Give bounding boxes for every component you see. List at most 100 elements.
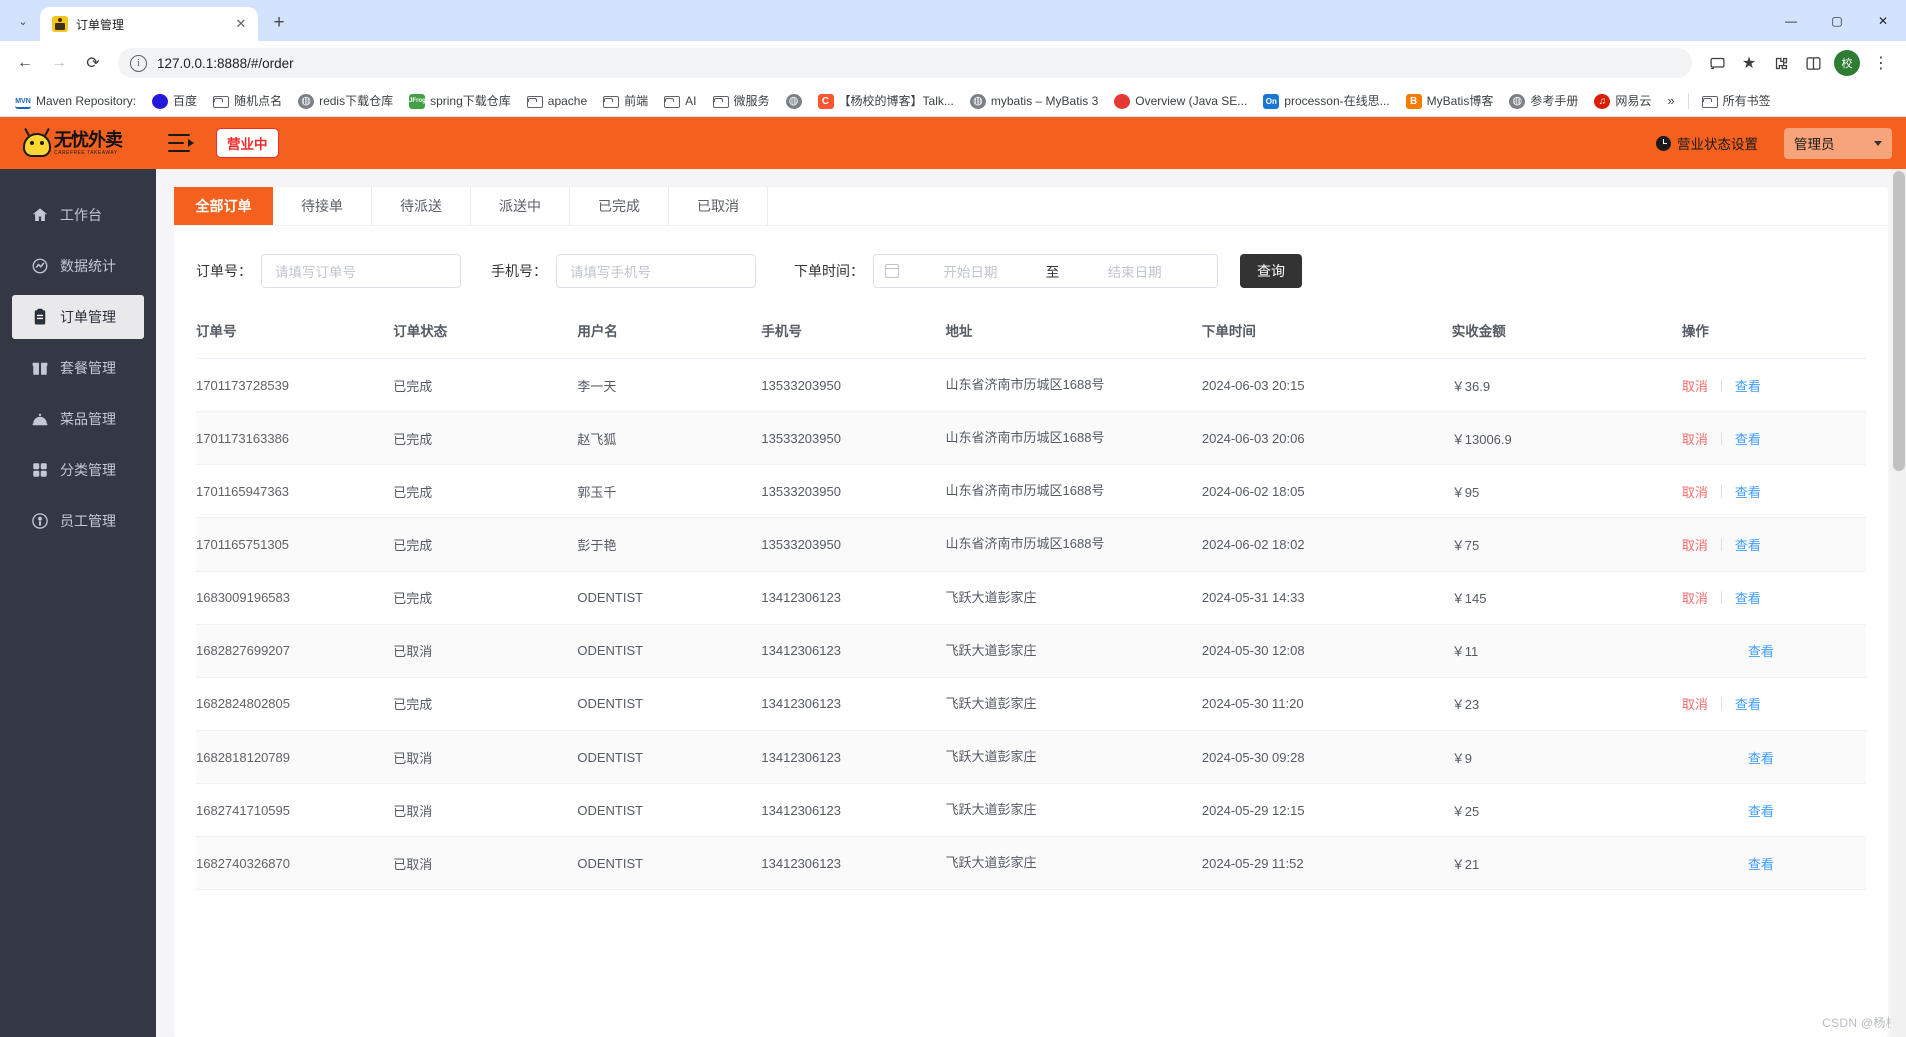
business-status-setting-button[interactable]: 营业状态设置 [1656, 133, 1758, 153]
cell-address: 飞跃大道彭家庄 [945, 624, 1202, 678]
view-order-link[interactable]: 查看 [1735, 535, 1761, 554]
cell-order-no: 1682818120789 [196, 730, 394, 785]
view-order-link[interactable]: 查看 [1748, 748, 1774, 767]
table-body: 1701173728539 已完成 李一天 13533203950 山东省济南市历城区1… [196, 358, 1866, 891]
bookmark-item[interactable]: ♫ 网易云 [1587, 89, 1658, 112]
table-header-row: 订单号 订单状态 用户名 手机号 地址 下单时间 实收金额 操作 [196, 310, 1866, 359]
bookmark-item[interactable]: AI [657, 91, 703, 111]
order-tab-4[interactable]: 已完成 [570, 187, 669, 225]
folder-icon [664, 95, 681, 108]
sidebar-item-5[interactable]: 分类管理 [12, 448, 144, 492]
sidebar-item-1[interactable]: 数据统计 [12, 244, 144, 288]
bookmark-item[interactable]: On processon-在线思... [1256, 89, 1396, 112]
order-tab-2[interactable]: 待派送 [372, 187, 471, 225]
date-range-separator: 至 [1045, 265, 1060, 280]
cell-status: 已完成 [393, 571, 578, 625]
cell-time: 2024-06-03 20:06 [1201, 411, 1452, 466]
view-order-link[interactable]: 查看 [1735, 588, 1761, 607]
bookmark-item[interactable]: JFrog spring下载仓库 [402, 89, 518, 112]
date-range-picker[interactable]: 开始日期 至 结束日期 [873, 254, 1218, 288]
table-col-header-7: 操作 [1681, 310, 1866, 359]
page-scrollbar-thumb[interactable] [1893, 171, 1905, 471]
forward-icon[interactable]: → [44, 48, 74, 78]
bookmark-item[interactable]: ◍ mybatis – MyBatis 3 [963, 90, 1105, 112]
view-order-link[interactable]: 查看 [1748, 641, 1774, 660]
view-order-link[interactable]: 查看 [1735, 429, 1761, 448]
sidebar-item-0[interactable]: 工作台 [12, 193, 144, 237]
bookmark-item[interactable]: 前端 [596, 89, 655, 112]
phone-input[interactable]: 请填写手机号 [556, 254, 756, 288]
cell-time: 2024-05-29 11:52 [1201, 836, 1452, 891]
table-col-header-0: 订单号 [196, 310, 394, 359]
page-scrollbar-track[interactable] [1891, 169, 1906, 1037]
bookmark-item[interactable]: MVN Maven Repository: [8, 90, 143, 112]
cancel-order-link[interactable]: 取消 [1682, 694, 1708, 713]
cell-order-no: 1682740326870 [196, 836, 394, 891]
bookmark-item[interactable]: C 【杨校的博客】Talk... [811, 89, 961, 112]
search-button[interactable]: 查询 [1240, 254, 1302, 288]
view-order-link[interactable]: 查看 [1748, 801, 1774, 820]
order-tab-0[interactable]: 全部订单 [174, 187, 273, 225]
order-tab-5[interactable]: 已取消 [669, 187, 768, 225]
cancel-order-link[interactable]: 取消 [1682, 429, 1708, 448]
clipboard-icon [31, 308, 49, 326]
extensions-icon[interactable] [1766, 48, 1796, 78]
bookmark-item[interactable]: Overview (Java SE... [1107, 90, 1254, 112]
bookmark-item[interactable]: ◍ redis下载仓库 [291, 89, 400, 112]
cell-operations: 查看 [1681, 730, 1866, 785]
bookmarks-overflow-button[interactable]: » [1660, 90, 1681, 111]
sidebar-toggle-icon[interactable] [168, 134, 194, 152]
site-info-icon[interactable]: i [130, 54, 147, 72]
cell-order-no: 1701173163386 [196, 411, 394, 466]
cell-user: ODENTIST [577, 624, 762, 678]
cast-icon[interactable] [1702, 48, 1732, 78]
watermark: CSDN @杨校 [1822, 1016, 1898, 1030]
bookmark-item[interactable]: 微服务 [706, 89, 777, 112]
table-row: 1682827699207 已取消 ODENTIST 13412306123 飞跃大道彭… [196, 624, 1866, 678]
close-window-button[interactable]: ✕ [1860, 0, 1906, 41]
bookmark-item[interactable]: ◍ [779, 90, 809, 112]
bookmark-label: 参考手册 [1530, 94, 1579, 108]
cell-order-no: 1682824802805 [196, 677, 394, 731]
cancel-order-link[interactable]: 取消 [1682, 482, 1708, 501]
new-tab-button[interactable]: + [264, 8, 294, 38]
bookmark-star-icon[interactable]: ★ [1734, 48, 1764, 78]
sidebar-item-3[interactable]: 套餐管理 [12, 346, 144, 390]
split-view-icon[interactable] [1798, 48, 1828, 78]
back-icon[interactable]: ← [10, 48, 40, 78]
address-bar[interactable]: i 127.0.0.1:8888/#/order [118, 48, 1692, 78]
reload-icon[interactable]: ⟳ [78, 48, 108, 78]
table-row: 1701165947363 已完成 郭玉千 13533203950 山东省济南市历城区1… [196, 464, 1866, 519]
browser-menu-icon[interactable]: ⋮ [1866, 48, 1896, 78]
bookmark-item[interactable]: 所有书签 [1695, 89, 1778, 112]
maximize-button[interactable]: ▢ [1814, 0, 1860, 41]
browser-tab-title: 订单管理 [76, 17, 125, 32]
tab-search-chevron-icon[interactable]: ⌄ [6, 4, 40, 38]
browser-tab[interactable]: 订单管理 ✕ [40, 7, 258, 41]
view-order-link[interactable]: 查看 [1735, 376, 1761, 395]
close-tab-icon[interactable]: ✕ [232, 15, 250, 33]
bookmark-item[interactable]: apache [520, 91, 594, 111]
cell-operations: 取消 查看 [1681, 517, 1866, 572]
view-order-link[interactable]: 查看 [1735, 482, 1761, 501]
user-role-dropdown[interactable]: 管理员 [1784, 127, 1892, 159]
bookmark-item[interactable]: ◍ 参考手册 [1502, 89, 1585, 112]
sidebar-item-2[interactable]: 订单管理 [12, 295, 144, 339]
order-tab-1[interactable]: 待接单 [273, 187, 372, 225]
cell-address: 飞跃大道彭家庄 [945, 730, 1202, 785]
sidebar-item-4[interactable]: 菜品管理 [12, 397, 144, 441]
profile-avatar[interactable]: 校 [1834, 50, 1860, 76]
bookmark-item[interactable]: 随机点名 [206, 89, 289, 112]
cancel-order-link[interactable]: 取消 [1682, 376, 1708, 395]
view-order-link[interactable]: 查看 [1735, 694, 1761, 713]
minimize-button[interactable]: — [1768, 0, 1814, 41]
bookmark-item[interactable]: B MyBatis博客 [1399, 89, 1501, 112]
folder-icon [712, 95, 729, 108]
sidebar-item-6[interactable]: 员工管理 [12, 499, 144, 543]
bookmark-item[interactable]: 百度 [145, 89, 204, 112]
cancel-order-link[interactable]: 取消 [1682, 588, 1708, 607]
order-tab-3[interactable]: 派送中 [471, 187, 570, 225]
cancel-order-link[interactable]: 取消 [1682, 535, 1708, 554]
order-no-input[interactable]: 请填写订单号 [261, 254, 461, 288]
view-order-link[interactable]: 查看 [1748, 854, 1774, 873]
